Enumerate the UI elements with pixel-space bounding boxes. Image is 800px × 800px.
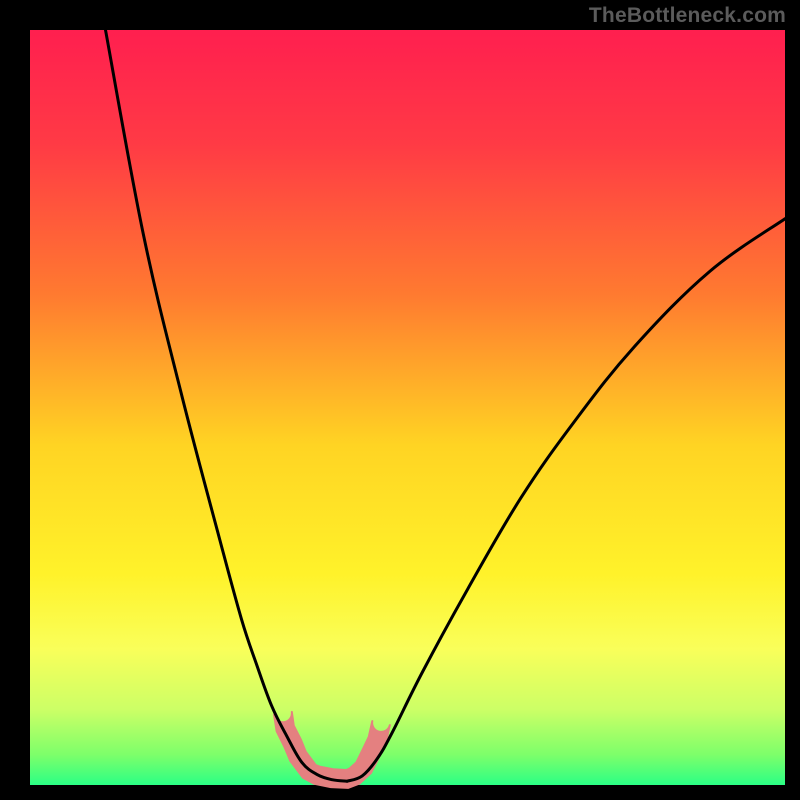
watermark-label: TheBottleneck.com (589, 4, 786, 28)
chart-stage: TheBottleneck.com (0, 0, 800, 800)
chart-background (30, 30, 785, 785)
chart-svg (0, 0, 800, 800)
